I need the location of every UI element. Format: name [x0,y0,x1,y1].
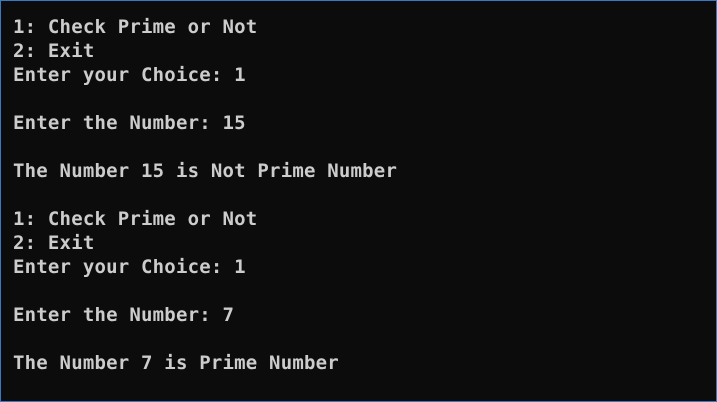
choice-prompt: Enter your Choice: 1 [13,64,246,86]
result-line: The Number 7 is Prime Number [13,352,339,374]
number-prompt: Enter the Number: 15 [13,112,246,134]
menu-option-check-prime: 1: Check Prime or Not [13,208,258,230]
menu-option-exit: 2: Exit [13,40,95,62]
number-prompt: Enter the Number: 7 [13,304,235,326]
console-output: 1: Check Prime or Not 2: Exit Enter your… [13,15,716,375]
console-window[interactable]: 1: Check Prime or Not 2: Exit Enter your… [0,0,717,402]
choice-prompt: Enter your Choice: 1 [13,256,246,278]
menu-option-exit: 2: Exit [13,232,95,254]
result-line: The Number 15 is Not Prime Number [13,160,398,182]
menu-option-check-prime: 1: Check Prime or Not [13,16,258,38]
